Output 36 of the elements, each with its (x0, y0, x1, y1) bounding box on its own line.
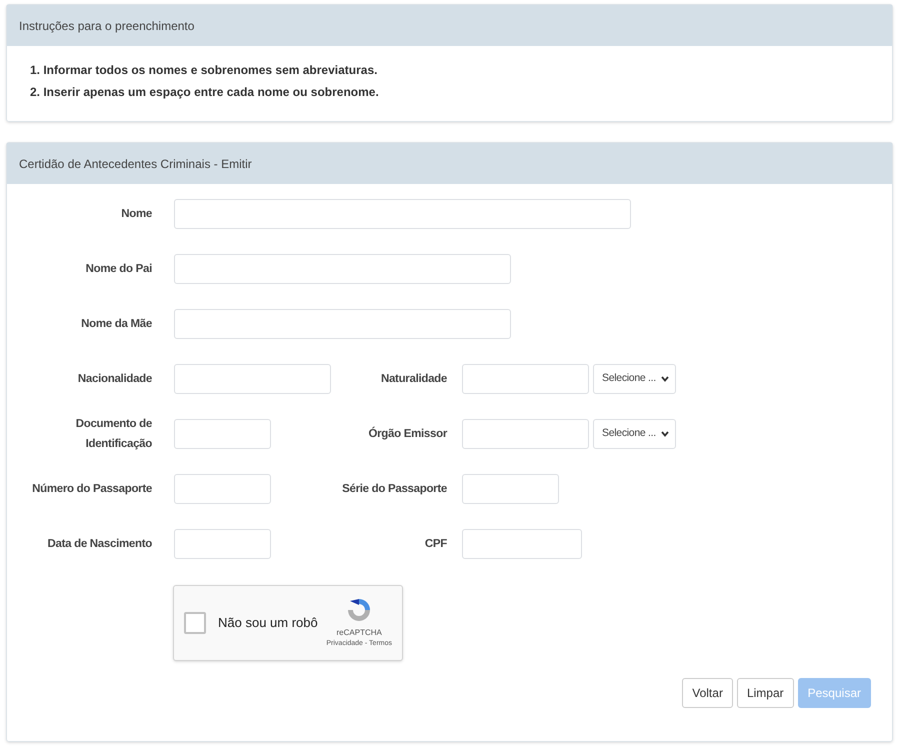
captcha-checkbox[interactable] (184, 612, 206, 634)
input-field[interactable] (174, 364, 331, 394)
field-label: Nome da Mãe (80, 317, 152, 332)
select-dropdown[interactable]: Selecione ... (593, 419, 676, 449)
input-field[interactable] (174, 419, 271, 449)
input-field[interactable] (462, 419, 589, 449)
field-label: CPF (424, 537, 447, 552)
chevron-down-icon (661, 376, 669, 382)
input-field[interactable] (174, 529, 271, 559)
field-label: Nome (120, 207, 152, 222)
field-label: Naturalidade (380, 372, 447, 387)
field-label: Nacionalidade (76, 372, 152, 387)
input-field[interactable] (174, 254, 511, 284)
captcha-label: Não sou um robô (218, 614, 318, 632)
panel-title: Certidão de Antecedentes Criminais - Emitir (19, 156, 252, 172)
select-dropdown[interactable]: Selecione ... (593, 364, 676, 394)
input-field[interactable] (462, 364, 589, 394)
instruction-text: 1. Informar todos os nomes e sobrenomes sem abreviaturas. (30, 62, 378, 79)
field-label: Número do Passaporte (31, 482, 152, 497)
action-button[interactable]: Voltar (682, 678, 733, 708)
input-field[interactable] (174, 199, 631, 229)
chevron-down-icon (661, 431, 669, 437)
captcha-brand: reCAPTCHA (336, 626, 382, 639)
field-label: Órgão Emissor (367, 426, 447, 442)
field-label: Nome do Pai (84, 262, 152, 277)
field-label: Data de Nascimento (46, 537, 152, 552)
input-field[interactable] (174, 474, 271, 504)
panel-title: Instruções para o preenchimento (19, 18, 194, 34)
recaptcha-logo-icon (346, 596, 372, 623)
input-field[interactable] (462, 529, 582, 559)
action-button[interactable]: Limpar (736, 678, 794, 708)
field-label: Série do Passaporte (341, 482, 447, 497)
field-label: Documento de Identificação (74, 417, 152, 452)
input-field[interactable] (462, 474, 559, 504)
input-field[interactable] (174, 309, 511, 339)
instruction-text: 2. Inserir apenas um espaço entre cada nome ou sobrenome. (30, 84, 380, 101)
